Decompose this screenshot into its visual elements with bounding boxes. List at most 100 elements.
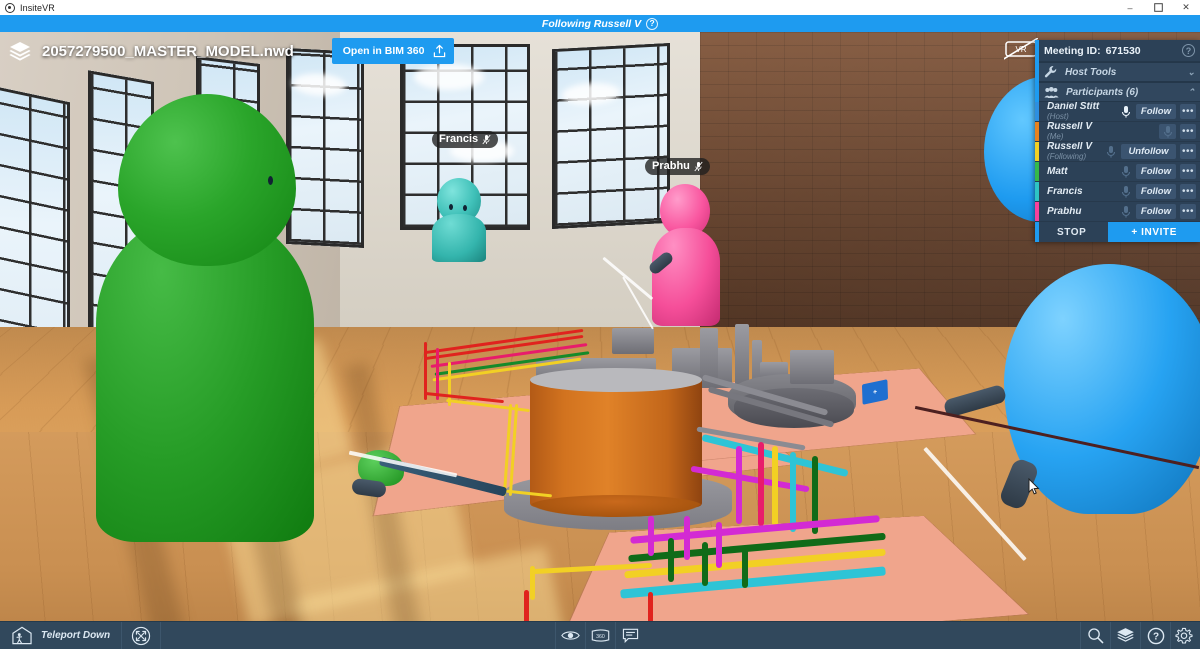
search-icon [1088, 628, 1104, 644]
participant-name-group: Francis [1047, 187, 1116, 197]
meeting-id-value: 671530 [1105, 44, 1141, 57]
invite-button[interactable]: + INVITE [1108, 222, 1200, 242]
stop-meeting-button[interactable]: STOP [1035, 222, 1109, 242]
maximize-icon [1153, 3, 1163, 12]
participant-color-stripe [1035, 162, 1039, 181]
participant-name-group: Prabhu [1047, 207, 1116, 217]
minimize-button[interactable]: – [1116, 0, 1144, 15]
tank-roof [530, 368, 702, 392]
pipe-darkgreen [668, 538, 674, 582]
pipe-pink [758, 442, 764, 526]
layers-icon [1117, 628, 1134, 642]
window-title: InsiteVR [20, 2, 55, 13]
participant-row[interactable]: Francis Follow ••• [1035, 182, 1200, 202]
participant-menu-button[interactable]: ••• [1180, 164, 1196, 179]
self-mute-toggle[interactable] [1159, 124, 1176, 139]
close-button[interactable]: ✕ [1172, 0, 1200, 15]
teleport-down-button[interactable]: Teleport Down [0, 621, 123, 649]
microphone-muted-icon [482, 134, 491, 144]
pipe-yellow [530, 566, 535, 600]
open-in-bim360-label: Open in BIM 360 [342, 45, 425, 57]
maximize-button[interactable] [1144, 0, 1172, 15]
participant-name-group: Russell V (Me) [1047, 122, 1155, 141]
follow-button[interactable]: Follow [1135, 164, 1176, 179]
participant-row[interactable]: Daniel Stitt (Host) Follow ••• [1035, 102, 1200, 122]
participant-row[interactable]: Russell V (Following) Unfollow ••• [1035, 142, 1200, 162]
meeting-panel: Meeting ID: 671530 ? Host Tools ⌄ Partic… [1035, 40, 1200, 242]
following-status-text: Following Russell V [541, 17, 642, 30]
vr-headset-disabled-icon[interactable]: VR [1001, 37, 1039, 61]
host-tools-section-header[interactable]: Host Tools ⌄ [1035, 62, 1200, 82]
meeting-id-row: Meeting ID: 671530 ? [1035, 40, 1200, 62]
pipe-darkgreen [742, 546, 748, 588]
microphone-icon [1106, 145, 1116, 158]
orange-storage-tank [530, 377, 702, 517]
comments-button[interactable] [615, 621, 645, 649]
follow-button[interactable]: Follow [1135, 204, 1176, 219]
participant-color-stripe [1035, 142, 1039, 161]
chevron-down-icon: ⌄ [1187, 66, 1195, 77]
participant-name: Russell V [1047, 122, 1093, 132]
panorama-360-button[interactable]: 360 [585, 621, 615, 649]
eye-icon [561, 631, 580, 640]
search-button[interactable] [1080, 621, 1110, 649]
participant-role: (Following) [1047, 152, 1087, 161]
participant-menu-button[interactable]: ••• [1180, 104, 1196, 119]
svg-text:360: 360 [596, 634, 605, 640]
visibility-button[interactable] [555, 621, 585, 649]
teal-avatar-body [432, 214, 486, 262]
unfollow-button[interactable]: Unfollow [1121, 144, 1176, 159]
participants-section-header[interactable]: Participants (6) ⌃ [1035, 82, 1200, 102]
bottom-toolbar: Teleport Down 360 ? [0, 621, 1200, 649]
equipment-block [790, 350, 834, 384]
follow-button[interactable]: Follow [1135, 104, 1176, 119]
settings-button[interactable] [1170, 621, 1200, 649]
participant-color-stripe [1035, 102, 1039, 121]
participant-color-stripe [1035, 182, 1039, 201]
vr-3d-viewport[interactable]: + Francis Prabhu [0, 32, 1200, 621]
model-file-name: 2057279500_MASTER_MODEL.nwd [42, 42, 294, 60]
participant-color-stripe [1035, 122, 1039, 141]
microphone-icon [1121, 185, 1130, 198]
microphone-icon [1163, 125, 1172, 138]
window-controls: – ✕ [1116, 0, 1200, 15]
participant-name-group: Daniel Stitt (Host) [1047, 102, 1116, 121]
pipe-magenta [716, 522, 722, 568]
participant-mic-indicator [1105, 145, 1117, 159]
participant-menu-button[interactable]: ••• [1180, 184, 1196, 199]
pipe-cyan [790, 452, 796, 532]
meeting-actions: STOP + INVITE [1035, 222, 1200, 242]
participant-role: (Me) [1047, 132, 1064, 141]
participant-mic-indicator [1120, 165, 1132, 179]
participant-name-group: Russell V (Following) [1047, 142, 1101, 161]
participant-row[interactable]: Prabhu Follow ••• [1035, 202, 1200, 222]
wrench-icon [1044, 65, 1057, 78]
participant-menu-button[interactable]: ••• [1180, 204, 1196, 219]
microphone-icon [1121, 165, 1130, 178]
pipe-red [648, 592, 653, 621]
help-circle-icon[interactable]: ? [1182, 44, 1195, 57]
participant-role: (Host) [1047, 112, 1069, 121]
follow-button[interactable]: Follow [1135, 184, 1176, 199]
window-pane [286, 47, 364, 249]
expand-fullscreen-icon [131, 626, 151, 645]
help-circle-icon[interactable]: ? [646, 17, 659, 30]
participant-color-stripe [1035, 202, 1039, 221]
window-pane [552, 42, 670, 230]
participant-name-group: Matt [1047, 167, 1116, 177]
participant-row[interactable]: Matt Follow ••• [1035, 162, 1200, 182]
participant-menu-button[interactable]: ••• [1180, 124, 1196, 139]
layers-button[interactable] [1110, 621, 1140, 649]
host-tools-label: Host Tools [1065, 66, 1117, 78]
help-button[interactable]: ? [1140, 621, 1170, 649]
fullscreen-button[interactable] [122, 621, 162, 649]
participant-name: Matt [1047, 166, 1068, 177]
participant-menu-button[interactable]: ••• [1180, 144, 1196, 159]
participant-mic-indicator [1120, 105, 1132, 119]
people-group-icon [1044, 86, 1059, 98]
layers-stack-icon [8, 39, 32, 63]
participant-row[interactable]: Russell V (Me) ••• [1035, 122, 1200, 142]
toolbar-center-group: 360 [555, 621, 645, 649]
open-in-bim360-button[interactable]: Open in BIM 360 [331, 38, 455, 64]
microphone-muted-icon [694, 161, 703, 171]
